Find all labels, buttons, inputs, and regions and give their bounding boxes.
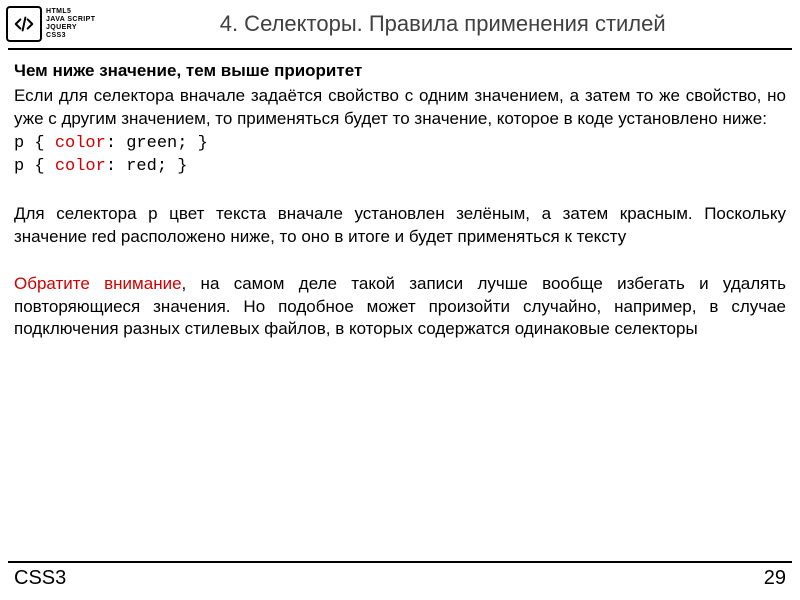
paragraph-2: Для селектора p цвет текста вначале уста… [14, 203, 786, 249]
content: Чем ниже значение, тем выше приоритет Ес… [0, 50, 800, 341]
footer: CSS3 29 [0, 561, 800, 590]
code-icon [6, 6, 42, 42]
code-block: p { color: green; } p { color: red; } [14, 133, 786, 179]
subheading: Чем ниже значение, тем выше приоритет [14, 60, 786, 83]
paragraph-1: Если для селектора вначале задаётся свой… [14, 85, 786, 131]
header: HTML5 JAVA SCRIPT JQUERY CSS3 4. Селекто… [0, 0, 800, 48]
attention-label: Обратите внимание [14, 274, 182, 293]
page-title: 4. Селекторы. Правила применения стилей [95, 9, 790, 37]
logo-text: HTML5 JAVA SCRIPT JQUERY CSS3 [46, 8, 95, 40]
page-number: 29 [764, 567, 786, 590]
footer-left: CSS3 [14, 567, 66, 590]
paragraph-3: Обратите внимание, на самом деле такой з… [14, 273, 786, 342]
logo: HTML5 JAVA SCRIPT JQUERY CSS3 [6, 4, 95, 42]
slide: HTML5 JAVA SCRIPT JQUERY CSS3 4. Селекто… [0, 0, 800, 600]
